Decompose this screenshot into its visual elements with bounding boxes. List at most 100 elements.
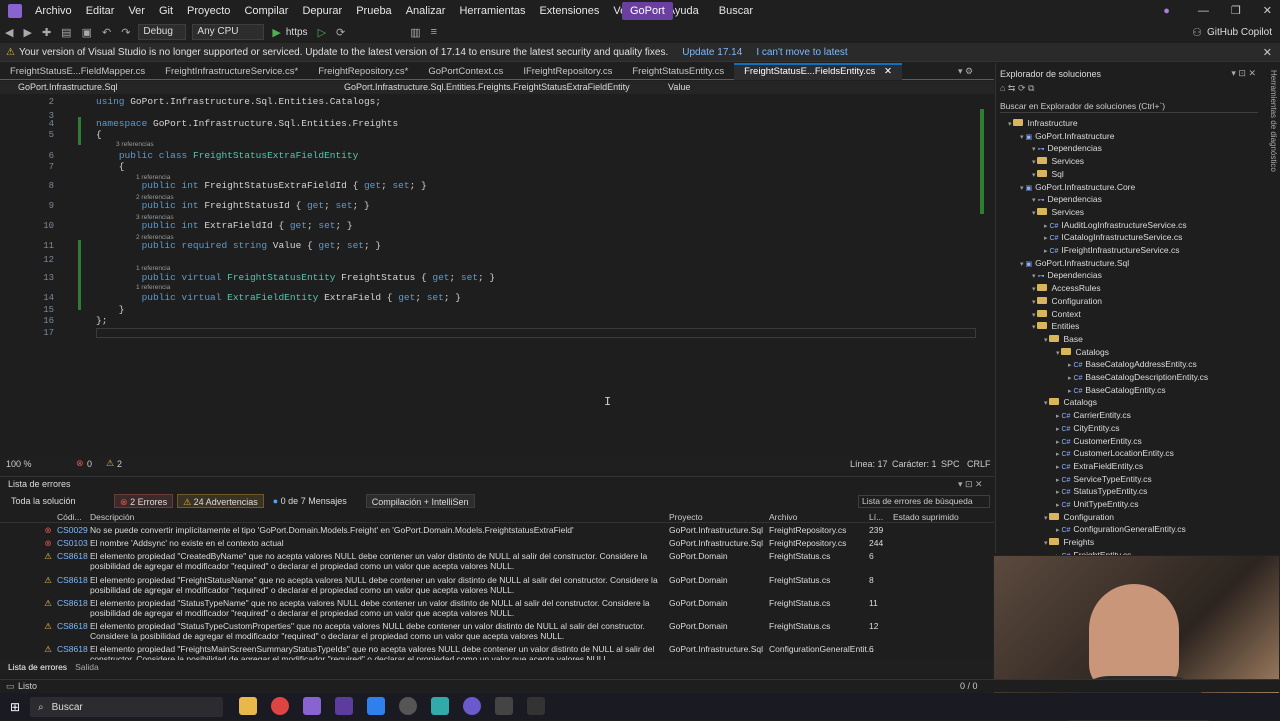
account-icon[interactable]: ● [1163,5,1170,17]
menu-proyecto[interactable]: Proyecto [180,0,237,22]
document-tab[interactable]: FreightStatusEntity.cs [622,63,734,80]
build-filter-select[interactable]: Compilación + IntelliSen [365,494,475,508]
zoom-level[interactable]: 100 % [6,459,32,469]
messages-toggle[interactable]: ● 0 de 7 Mensajes [268,494,352,508]
close-button[interactable]: ✕ [1263,4,1272,17]
copilot-button[interactable]: GitHub Copilot [1207,27,1272,38]
github-icon[interactable] [399,697,417,715]
error-code[interactable]: CS8618 [57,598,88,608]
error-code[interactable]: CS8618 [57,621,88,631]
menu-compilar[interactable]: Compilar [237,0,295,22]
codelens-references[interactable]: 2 referencias [136,194,174,201]
error-code[interactable]: CS0029 [57,525,88,535]
code-editor[interactable]: 2 using GoPort.Infrastructure.Sql.Entitie… [0,95,994,457]
play-icon[interactable]: ▶ [272,26,280,39]
maximize-button[interactable]: ❐ [1231,4,1241,17]
code-line[interactable]: public class FreightStatusExtraFieldEnti… [96,150,358,161]
menu-ver[interactable]: Ver [121,0,152,22]
codelens-references[interactable]: 3 referencias [136,214,174,221]
menu-herramientas[interactable]: Herramientas [452,0,532,22]
menu-prueba[interactable]: Prueba [349,0,398,22]
col-file[interactable]: Archivo [769,512,797,522]
menu-git[interactable]: Git [152,0,180,22]
file-explorer-icon[interactable] [239,697,257,715]
document-tab[interactable]: FreightStatusE...FieldMapper.cs [0,63,155,80]
panel-controls-icon[interactable]: ▾ ⊡ ✕ [1231,68,1256,79]
app-icon[interactable] [431,697,449,715]
code-line[interactable]: { [96,129,102,140]
discord-icon[interactable] [463,697,481,715]
error-code[interactable]: CS8618 [57,551,88,561]
codelens-references[interactable]: 1 referencia [136,265,170,272]
error-code[interactable]: CS0103 [57,538,88,548]
error-count[interactable]: 0 [87,459,92,469]
panel-controls-icon[interactable]: ▾ ⊡ ✕ [958,479,983,490]
visual-studio-icon[interactable] [303,697,321,715]
close-infobar-icon[interactable]: ✕ [1263,46,1272,59]
copilot-icon[interactable]: ⚇ [1192,26,1202,39]
cant-move-link[interactable]: I can't move to latest [756,47,847,58]
code-line[interactable]: public virtual FreightStatusEntity Freig… [96,272,496,283]
spacing-indicator[interactable]: SPC [941,459,960,469]
code-line[interactable]: } [96,304,125,315]
menu-editar[interactable]: Editar [79,0,122,22]
col-line[interactable]: Lí... [869,512,883,522]
codelens-references[interactable]: 1 referencia [136,284,170,291]
code-line[interactable]: { [96,161,125,172]
menu-search[interactable]: Buscar [712,0,760,22]
error-search-input[interactable]: Lista de errores de búsqueda [858,495,990,508]
code-line[interactable]: }; [96,315,107,326]
document-tab[interactable]: FreightRepository.cs* [308,63,418,80]
error-code[interactable]: CS8618 [57,644,88,654]
app-icon[interactable] [527,697,545,715]
codelens-references[interactable]: 3 referencias [116,141,154,148]
vscode-icon[interactable] [367,697,385,715]
chrome-icon[interactable] [271,697,289,715]
menu-extensiones[interactable]: Extensiones [532,0,606,22]
home-icon[interactable]: ⌂ ⇆ ⟳ ⧉ [1000,83,1034,93]
source-control-count[interactable]: 0 / 0 [960,681,978,691]
error-code[interactable]: CS8618 [57,575,88,585]
comment-icon[interactable]: ≡ [431,26,437,38]
undo-icon[interactable]: ↶ [102,26,111,39]
close-tab-icon[interactable]: ✕ [881,66,892,77]
code-line[interactable]: public int FreightStatusExtraFieldId { g… [96,180,427,191]
code-line[interactable]: public virtual ExtraFieldEntity ExtraFie… [96,292,461,303]
bookmark-icon[interactable]: ▥ [410,26,420,39]
run-without-debug-icon[interactable]: ▷ [318,26,326,39]
forward-icon[interactable]: ▶ [23,26,31,39]
minimize-button[interactable]: — [1198,5,1209,17]
new-file-icon[interactable]: ✚ [42,26,51,39]
warning-count[interactable]: 2 [117,459,122,469]
col-code[interactable]: Códi... [57,512,82,522]
tab-overflow-icon[interactable]: ▾ ⚙ [958,66,973,77]
config-select[interactable]: Debug [138,24,187,40]
document-tab[interactable]: GoPortContext.cs [418,63,513,80]
taskbar-search[interactable]: ⌕ Buscar [30,697,223,717]
back-icon[interactable]: ◀ [5,26,13,39]
project-dropdown[interactable]: GoPort.Infrastructure.Sql [18,82,118,92]
warnings-toggle[interactable]: ⚠ 24 Advertencias [177,494,264,508]
class-dropdown[interactable]: GoPort.Infrastructure.Sql.Entities.Freig… [344,82,630,92]
code-line[interactable]: public int FreightStatusId { get; set; } [96,200,370,211]
document-tab[interactable]: FreightInfrastructureService.cs* [155,63,308,80]
redo-icon[interactable]: ↷ [121,26,130,39]
open-icon[interactable]: ▤ [61,26,71,39]
col-project[interactable]: Proyecto [669,512,703,522]
code-line[interactable]: public int ExtraFieldId { get; set; } [96,220,353,231]
solution-search-input[interactable]: Buscar en Explorador de soluciones (Ctrl… [1000,101,1258,113]
save-icon[interactable]: ▣ [82,26,92,39]
platform-select[interactable]: Any CPU [192,24,265,40]
codelens-references[interactable]: 1 referencia [136,174,170,181]
col-suppression[interactable]: Estado suprimido [893,512,959,522]
document-tab[interactable]: FreightStatusE...FieldsEntity.cs ✕ [734,62,902,80]
update-link[interactable]: Update 17.14 [682,47,742,58]
menu-analizar[interactable]: Analizar [399,0,453,22]
scope-select[interactable]: Toda la solución [6,494,110,508]
refresh-icon[interactable]: ⟳ [336,26,345,39]
diagnostics-side-tab[interactable]: Herramientas de diagnóstico [1264,70,1278,190]
notepad-icon[interactable] [495,697,513,715]
menu-depurar[interactable]: Depurar [295,0,349,22]
windows-start-icon[interactable]: ⊞ [10,700,20,714]
code-line[interactable]: namespace GoPort.Infrastructure.Sql.Enti… [96,118,398,129]
